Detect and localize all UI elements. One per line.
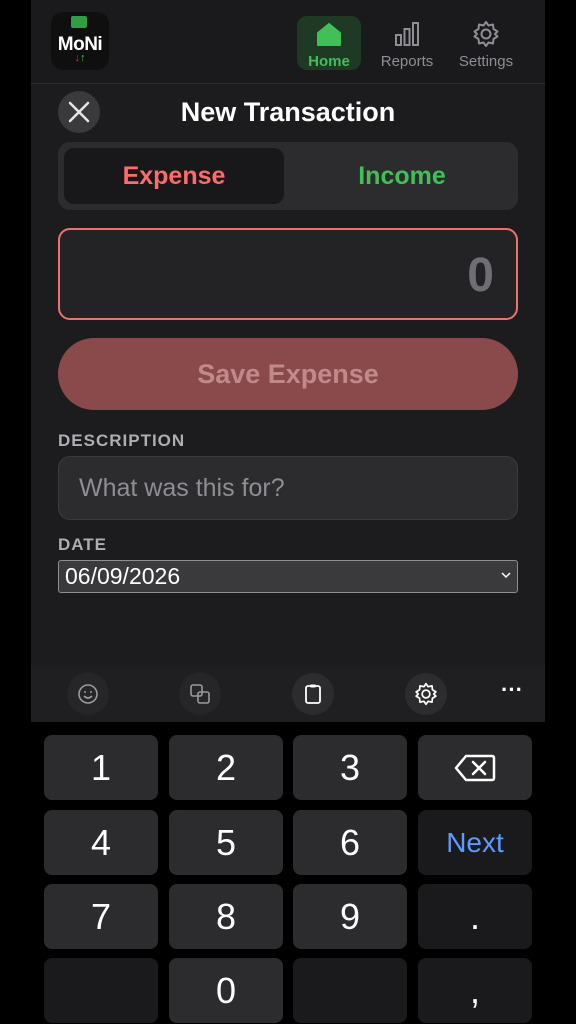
gear-icon [415, 682, 437, 706]
numeric-keyboard: 1 2 3 4 5 6 Next 7 8 9 . 0 , [0, 722, 576, 1024]
bar-chart-icon [395, 22, 419, 46]
key-comma[interactable]: , [418, 958, 532, 1023]
nav-home[interactable]: Home [297, 16, 361, 70]
date-label: DATE [58, 535, 108, 554]
nav-settings-label: Settings [458, 53, 514, 70]
key-backspace[interactable] [418, 735, 532, 800]
tab-expense[interactable]: Expense [64, 148, 284, 204]
description-label: DESCRIPTION [58, 431, 186, 450]
app-screen: MoNi ↓↑ Home Reports Settings New Transa… [31, 0, 545, 722]
page-title: New Transaction [180, 97, 396, 127]
keyboard-toolbar: ··· [31, 665, 545, 722]
key-9[interactable]: 9 [293, 884, 407, 949]
form-header: New Transaction [31, 88, 545, 138]
key-5[interactable]: 5 [169, 810, 283, 875]
key-1[interactable]: 1 [44, 735, 158, 800]
key-2[interactable]: 2 [169, 735, 283, 800]
more-icon[interactable]: ··· [491, 673, 533, 715]
key-blank [44, 958, 158, 1023]
translate-button[interactable] [179, 673, 221, 715]
nav-reports-label: Reports [380, 53, 434, 70]
key-blank-2 [293, 958, 407, 1023]
nav-home-label: Home [308, 53, 350, 70]
arrow-up-icon: ↑ [80, 52, 86, 64]
clipboard-icon [305, 684, 321, 704]
key-next[interactable]: Next [418, 810, 532, 875]
description-input[interactable]: What was this for? [58, 456, 518, 520]
save-expense-button[interactable]: Save Expense [58, 338, 518, 410]
key-7[interactable]: 7 [44, 884, 158, 949]
gear-icon [473, 21, 499, 47]
translate-icon [190, 684, 210, 704]
tab-income[interactable]: Income [292, 148, 512, 204]
backspace-icon [454, 754, 496, 782]
transaction-type-toggle: Expense Income [58, 142, 518, 210]
home-icon [317, 23, 341, 46]
keyboard-settings-button[interactable] [405, 673, 447, 715]
key-0[interactable]: 0 [169, 958, 283, 1023]
app-logo[interactable]: MoNi ↓↑ [51, 12, 109, 70]
top-bar: MoNi ↓↑ Home Reports Settings [31, 0, 545, 84]
key-6[interactable]: 6 [293, 810, 407, 875]
amount-input[interactable]: 0 [58, 228, 518, 320]
clipboard-button[interactable] [292, 673, 334, 715]
chevron-down-icon [501, 572, 511, 579]
emoji-icon [78, 684, 98, 704]
brand-arrows: ↓↑ [51, 52, 109, 64]
wallet-icon [71, 16, 87, 28]
key-4[interactable]: 4 [44, 810, 158, 875]
nav-settings[interactable]: Settings [454, 16, 518, 70]
key-8[interactable]: 8 [169, 884, 283, 949]
date-select[interactable]: 06/09/2026 [58, 560, 518, 593]
key-dot[interactable]: . [418, 884, 532, 949]
nav-reports[interactable]: Reports [375, 16, 439, 70]
key-3[interactable]: 3 [293, 735, 407, 800]
date-value: 06/09/2026 [65, 563, 181, 589]
emoji-button[interactable] [67, 673, 109, 715]
amount-value: 0 [467, 249, 494, 302]
